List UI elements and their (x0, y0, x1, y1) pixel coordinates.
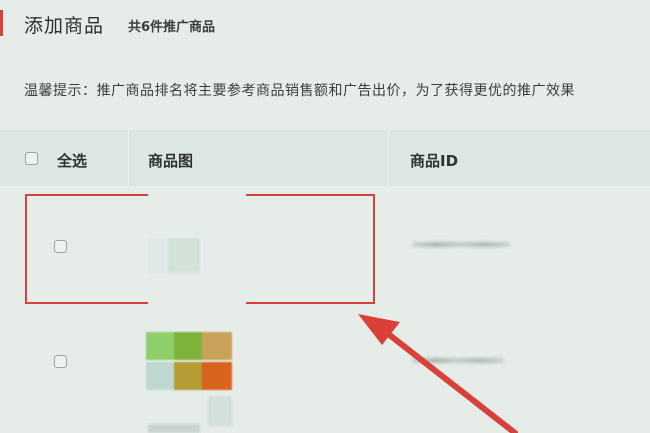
annotation-arrow (358, 314, 518, 433)
